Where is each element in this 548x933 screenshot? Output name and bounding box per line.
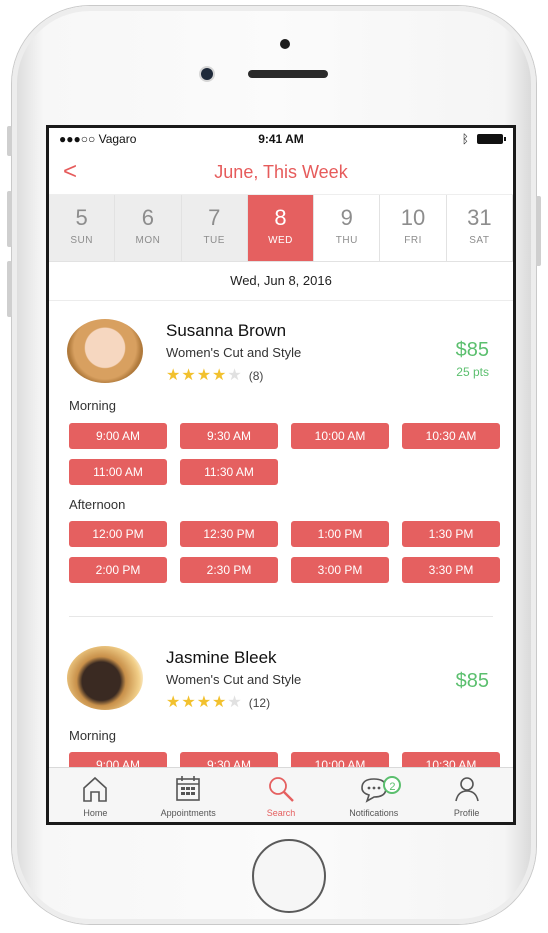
price: $85 [455, 339, 489, 361]
morning-label: Morning [69, 728, 116, 743]
time-slot[interactable]: 10:00 AM [291, 423, 389, 449]
selected-date: Wed, Jun 8, 2016 [49, 262, 513, 301]
day-of-week: FRI [404, 235, 422, 246]
day-of-week: THU [335, 235, 358, 246]
day-mon[interactable]: 6 MON [115, 195, 182, 261]
day-of-week: WED [268, 235, 293, 246]
star-filled-icon: ★ [181, 367, 197, 384]
time-slot[interactable]: 2:00 PM [69, 557, 167, 583]
divider [69, 616, 493, 617]
time-slot[interactable]: 3:30 PM [402, 557, 500, 583]
tab-label: Profile [453, 808, 480, 818]
service-name: Women's Cut and Style [166, 672, 302, 687]
rating-stars: ★★★★★ (12) [166, 692, 270, 712]
time-slot[interactable]: 9:00 AM [69, 423, 167, 449]
time-slot[interactable]: 1:00 PM [291, 521, 389, 547]
day-wed[interactable]: 8 WED [247, 195, 315, 261]
day-thu[interactable]: 9 THU [314, 195, 381, 261]
review-count: (8) [248, 369, 264, 383]
day-number: 8 [274, 205, 287, 230]
provider-name: Jasmine Bleek [166, 648, 277, 667]
front-camera [201, 68, 213, 80]
star-filled-icon: ★ [166, 694, 182, 711]
bluetooth-icon: ᛒ [461, 132, 469, 146]
day-sat[interactable]: 31 SAT [446, 195, 513, 261]
day-number: 7 [208, 205, 221, 230]
volume-up-button [7, 191, 12, 247]
tab-label: Appointments [160, 808, 216, 818]
avatar [67, 319, 143, 383]
time-slot[interactable]: 10:30 AM [402, 423, 500, 449]
day-number: 9 [340, 205, 353, 230]
earpiece-speaker [248, 70, 328, 78]
star-filled-icon: ★ [196, 694, 213, 711]
time-slot[interactable]: 11:30 AM [180, 459, 278, 485]
day-number: 6 [141, 205, 155, 230]
service-name: Women's Cut and Style [166, 345, 302, 360]
time-slot[interactable]: 12:30 PM [180, 521, 278, 547]
tab-notifications[interactable]: 2 Notifications [327, 768, 420, 822]
afternoon-label: Afternoon [69, 497, 126, 512]
home-icon [83, 776, 108, 802]
day-tue[interactable]: 7 TUE [181, 195, 248, 261]
sensor-dot [280, 39, 290, 49]
star-filled-icon: ★ [181, 694, 197, 711]
provider-name: Susanna Brown [166, 321, 287, 340]
star-filled-icon: ★ [196, 367, 213, 384]
price: $85 [455, 670, 489, 692]
morning-label: Morning [69, 398, 116, 413]
nav-bar: < June, This Week [49, 150, 513, 195]
search-icon [269, 777, 294, 802]
day-of-week: SAT [469, 235, 490, 246]
time-slot[interactable]: 9:30 AM [180, 423, 278, 449]
star-filled-icon: ★ [212, 694, 228, 711]
tab-profile[interactable]: Profile [420, 768, 513, 822]
status-icons: ᛒ [461, 132, 506, 146]
person-icon [454, 777, 479, 802]
battery-icon [477, 134, 506, 144]
rating-stars: ★★★★★ (8) [166, 365, 263, 385]
status-bar: ●●●○○ Vagaro 9:41 AM ᛒ [49, 128, 513, 150]
star-filled-icon: ★ [212, 367, 228, 384]
star-empty-icon: ★ [227, 694, 243, 711]
star-filled-icon: ★ [166, 367, 182, 384]
day-of-week: MON [135, 235, 161, 246]
clock: 9:41 AM [258, 132, 304, 146]
time-slot[interactable]: 2:30 PM [180, 557, 278, 583]
calendar-icon [176, 776, 200, 801]
mute-switch [7, 126, 12, 156]
star-empty-icon: ★ [227, 367, 243, 384]
tab-label: Notifications [349, 808, 399, 818]
review-count: (12) [248, 696, 271, 710]
time-slot[interactable]: 3:00 PM [291, 557, 389, 583]
power-button [536, 196, 541, 266]
time-slot[interactable]: 11:00 AM [69, 459, 167, 485]
avatar [67, 646, 143, 710]
tab-label: Search [266, 808, 296, 818]
home-button[interactable] [252, 839, 326, 913]
tab-search[interactable]: Search [235, 768, 328, 822]
volume-down-button [7, 261, 12, 317]
points: 25 pts [456, 365, 489, 379]
app-screen: ●●●○○ Vagaro 9:41 AM ᛒ < June, This Week… [46, 125, 516, 825]
day-fri[interactable]: 10 FRI [380, 195, 447, 261]
time-slot[interactable]: 12:00 PM [69, 521, 167, 547]
day-of-week: TUE [203, 235, 225, 246]
week-day-selector: 5 SUN 6 MON 7 TUE 8 WED 9 THU 10 FRI 31 SAT [49, 195, 513, 262]
day-sun[interactable]: 5 SUN [49, 195, 116, 261]
tab-home[interactable]: Home [49, 768, 142, 822]
day-number: 31 [467, 205, 492, 230]
notification-badge: 2 [383, 776, 402, 794]
day-of-week: SUN [70, 235, 93, 246]
tab-bar: Home Appointments Search 2 Notifications… [49, 767, 513, 822]
day-number: 5 [75, 205, 88, 230]
time-slot[interactable]: 1:30 PM [402, 521, 500, 547]
page-title: June, This Week [214, 162, 348, 182]
provider-list[interactable]: Susanna Brown Women's Cut and Style ★★★★… [49, 301, 513, 771]
tab-label: Home [83, 808, 108, 818]
tab-appointments[interactable]: Appointments [142, 768, 235, 822]
day-number: 10 [400, 205, 426, 230]
